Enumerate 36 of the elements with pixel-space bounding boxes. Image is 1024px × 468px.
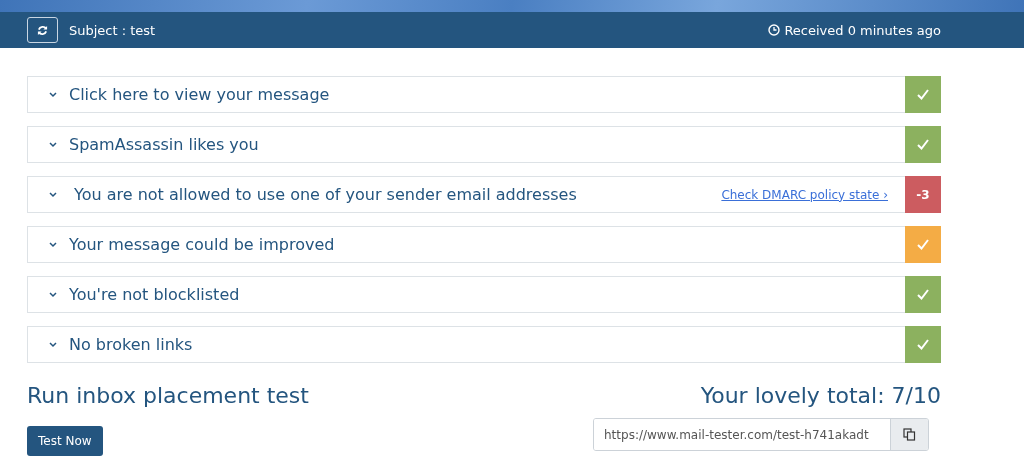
chevron-down-icon	[49, 341, 57, 348]
result-title: You're not blocklisted	[69, 285, 241, 304]
result-title: SpamAssassin likes you	[69, 135, 260, 154]
result-title: Click here to view your message	[69, 85, 331, 104]
refresh-icon	[37, 24, 48, 36]
copy-icon	[903, 428, 916, 441]
check-icon	[917, 339, 929, 350]
url-field[interactable]: https://www.mail-tester.com/test-h741akadt	[593, 418, 929, 451]
score-badge: -3	[905, 176, 941, 213]
received-time: Received 0 minutes ago	[784, 22, 941, 38]
subject-text: Subject : test	[69, 22, 157, 38]
check-icon	[917, 139, 929, 150]
chevron-down-icon	[49, 91, 57, 98]
test-now-button[interactable]: Test Now	[27, 426, 103, 456]
total-score: Your lovely total: 7/10	[700, 383, 941, 408]
refresh-button[interactable]	[27, 17, 58, 43]
copy-button[interactable]	[890, 419, 928, 450]
check-icon	[917, 289, 929, 300]
result-title: No broken links	[69, 335, 194, 354]
result-row[interactable]: No broken links	[27, 326, 941, 363]
chevron-down-icon	[49, 291, 57, 298]
check-icon	[917, 239, 929, 250]
result-title: Your message could be improved	[69, 235, 336, 254]
chevron-down-icon	[49, 141, 57, 148]
dmarc-link[interactable]: Check DMARC policy state ›	[721, 187, 888, 202]
result-row[interactable]: Click here to view your message	[27, 76, 941, 113]
result-row[interactable]: Your message could be improved	[27, 226, 941, 263]
clock-icon	[768, 24, 781, 36]
chevron-down-icon	[49, 191, 57, 198]
result-row[interactable]: SpamAssassin likes you	[27, 126, 941, 163]
chevron-down-icon	[49, 241, 57, 248]
check-icon	[917, 89, 929, 100]
result-row[interactable]: You're not blocklisted	[27, 276, 941, 313]
result-title: You are not allowed to use one of your sender email addresses	[74, 185, 578, 204]
result-row[interactable]: You are not allowed to use one of your sender email addresses Check DMARC policy state › -3	[27, 176, 941, 213]
inbox-heading: Run inbox placement test	[27, 383, 309, 408]
